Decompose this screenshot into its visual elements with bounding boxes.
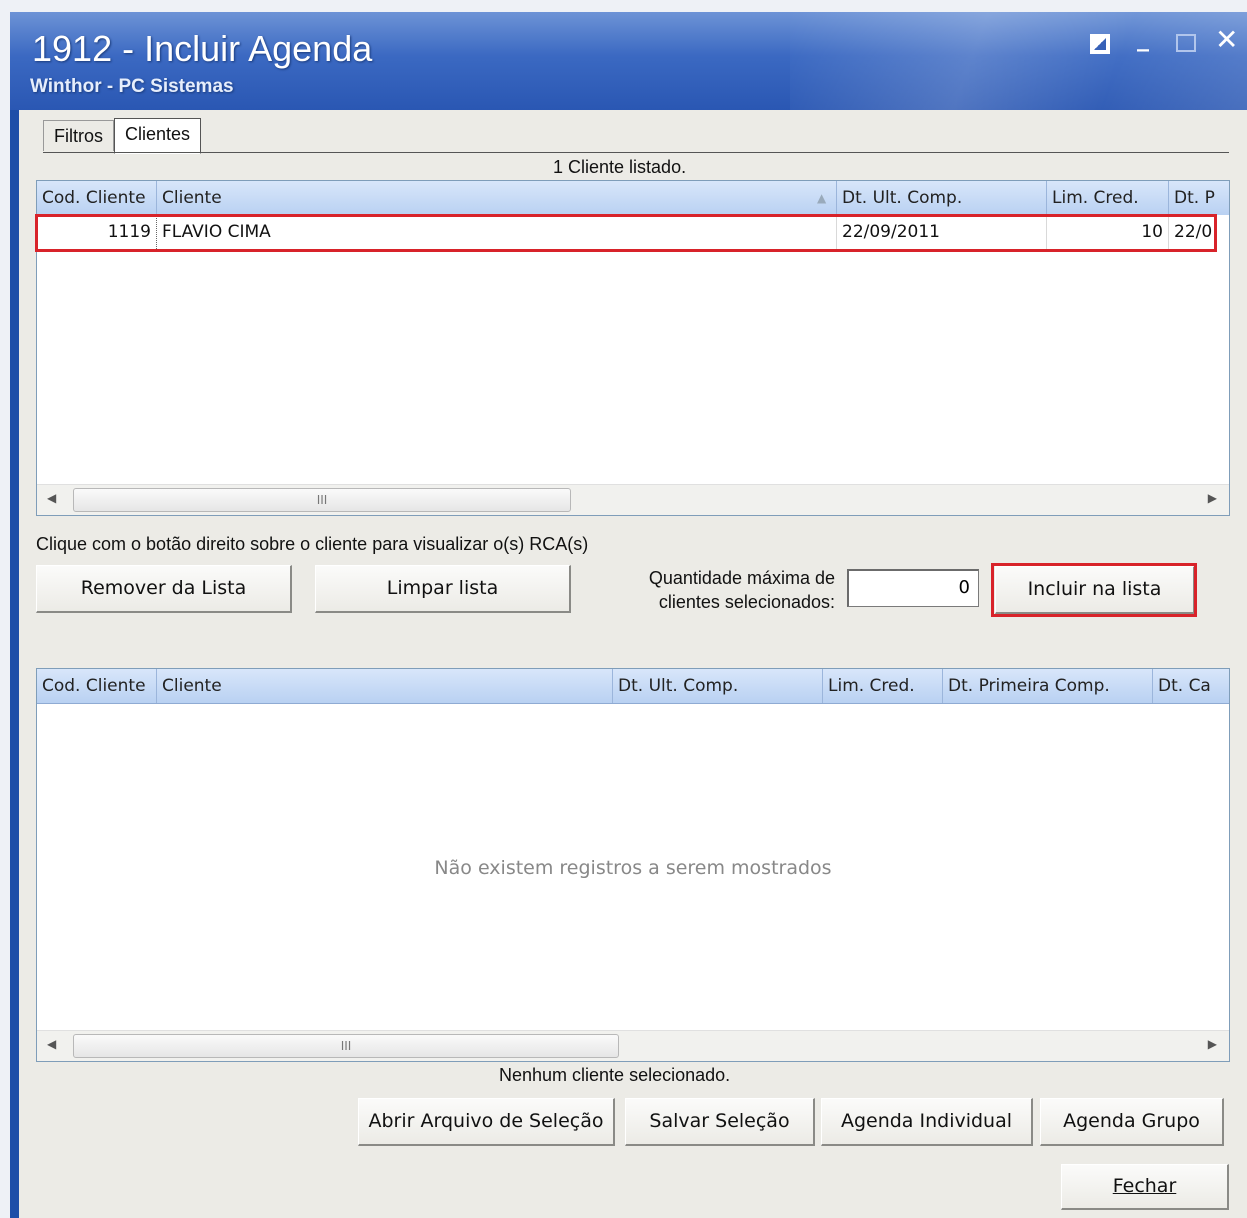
agenda-individual-button[interactable]: Agenda Individual [821, 1098, 1033, 1146]
selecionados-grid-header: Cod. Cliente Cliente Dt. Ult. Comp. Lim.… [37, 669, 1229, 704]
fechar-button[interactable]: Fechar [1061, 1164, 1229, 1210]
quantidade-label-line-2: clientes selecionados: [658, 592, 835, 612]
bottom-grid-status: Nenhum cliente selecionado. [499, 1065, 731, 1085]
tab-strip: Filtros Clientes [43, 118, 202, 154]
quantidade-label-line-1: Quantidade máxima de [648, 568, 835, 588]
column-dt-primeira-comp[interactable]: Dt. Primeira Comp. [943, 669, 1153, 703]
remover-da-lista-button[interactable]: Remover da Lista [36, 565, 292, 613]
column-cliente[interactable]: Cliente [157, 181, 837, 215]
tab-divider [43, 152, 1229, 153]
maximize-button[interactable] [1176, 34, 1196, 52]
scroll-right-icon[interactable]: ▶ [1208, 491, 1217, 505]
selecionados-grid: Cod. Cliente Cliente Dt. Ult. Comp. Lim.… [36, 668, 1230, 1062]
restore-icon[interactable] [1090, 34, 1110, 54]
top-grid-status: 1 Cliente listado. [553, 157, 687, 177]
tab-filtros[interactable]: Filtros [43, 120, 114, 151]
bottom-horizontal-scrollbar[interactable]: ◀ III ▶ [37, 1030, 1229, 1061]
clientes-grid: Cod. Cliente Cliente ▲ Dt. Ult. Comp. Li… [35, 180, 1230, 516]
column-lim-cred[interactable]: Lim. Cred. [823, 669, 943, 703]
column-cod-cliente[interactable]: Cod. Cliente [37, 669, 157, 703]
tab-clientes[interactable]: Clientes [114, 118, 202, 154]
abrir-arquivo-selecao-button[interactable]: Abrir Arquivo de Seleção [358, 1098, 615, 1146]
table-row[interactable]: 1119 FLAVIO CIMA 22/09/2011 10 22/0 [37, 215, 1229, 249]
cell-cliente: FLAVIO CIMA [157, 215, 837, 249]
column-lim-cred[interactable]: Lim. Cred. [1047, 181, 1169, 215]
scroll-left-icon[interactable]: ◀ [47, 1037, 56, 1051]
empty-grid-message: Não existem registros a serem mostrados [434, 857, 832, 879]
column-cod-cliente[interactable]: Cod. Cliente [37, 181, 157, 215]
quantidade-maxima-label: Quantidade máxima de clientes selecionad… [613, 566, 835, 614]
window: 1912 - Incluir Agenda Winthor - PC Siste… [10, 12, 1247, 1218]
close-button[interactable]: ✕ [1215, 26, 1238, 54]
scroll-left-icon[interactable]: ◀ [47, 491, 56, 505]
column-dt-ult-comp[interactable]: Dt. Ult. Comp. [837, 181, 1047, 215]
column-cliente[interactable]: Cliente [157, 669, 613, 703]
minimize-button[interactable]: _ [1137, 26, 1149, 50]
quantidade-maxima-input[interactable]: 0 [847, 569, 979, 607]
window-title: 1912 - Incluir Agenda [32, 28, 373, 69]
column-dt-p[interactable]: Dt. P [1169, 181, 1231, 215]
cell-dt-p: 22/0 [1174, 222, 1213, 242]
cell-dt-ult-comp: 22/09/2011 [837, 215, 1047, 249]
title-bar[interactable]: 1912 - Incluir Agenda Winthor - PC Siste… [10, 12, 1247, 110]
cell-lim-cred: 10 [1047, 215, 1169, 249]
scroll-thumb[interactable]: III [73, 1034, 619, 1058]
top-horizontal-scrollbar[interactable]: ◀ III ▶ [37, 484, 1229, 515]
agenda-grupo-button[interactable]: Agenda Grupo [1040, 1098, 1224, 1146]
window-subtitle: Winthor - PC Sistemas [30, 76, 234, 97]
scroll-right-icon[interactable]: ▶ [1208, 1037, 1217, 1051]
salvar-selecao-button[interactable]: Salvar Seleção [625, 1098, 815, 1146]
window-client-area: Filtros Clientes 1 Cliente listado. Cod.… [19, 110, 1247, 1218]
limpar-lista-button[interactable]: Limpar lista [315, 565, 571, 613]
clientes-grid-header: Cod. Cliente Cliente ▲ Dt. Ult. Comp. Li… [37, 181, 1229, 216]
scroll-thumb[interactable]: III [73, 488, 571, 512]
cell-cod-cliente: 1119 [37, 215, 157, 249]
sort-ascending-icon: ▲ [817, 191, 827, 205]
incluir-na-lista-button[interactable]: Incluir na lista [995, 566, 1195, 614]
column-dt-cad[interactable]: Dt. Ca [1153, 669, 1231, 703]
fechar-label: Fechar [1112, 1175, 1177, 1197]
right-click-hint: Clique com o botão direito sobre o clien… [36, 534, 589, 554]
column-dt-ult-comp[interactable]: Dt. Ult. Comp. [613, 669, 823, 703]
